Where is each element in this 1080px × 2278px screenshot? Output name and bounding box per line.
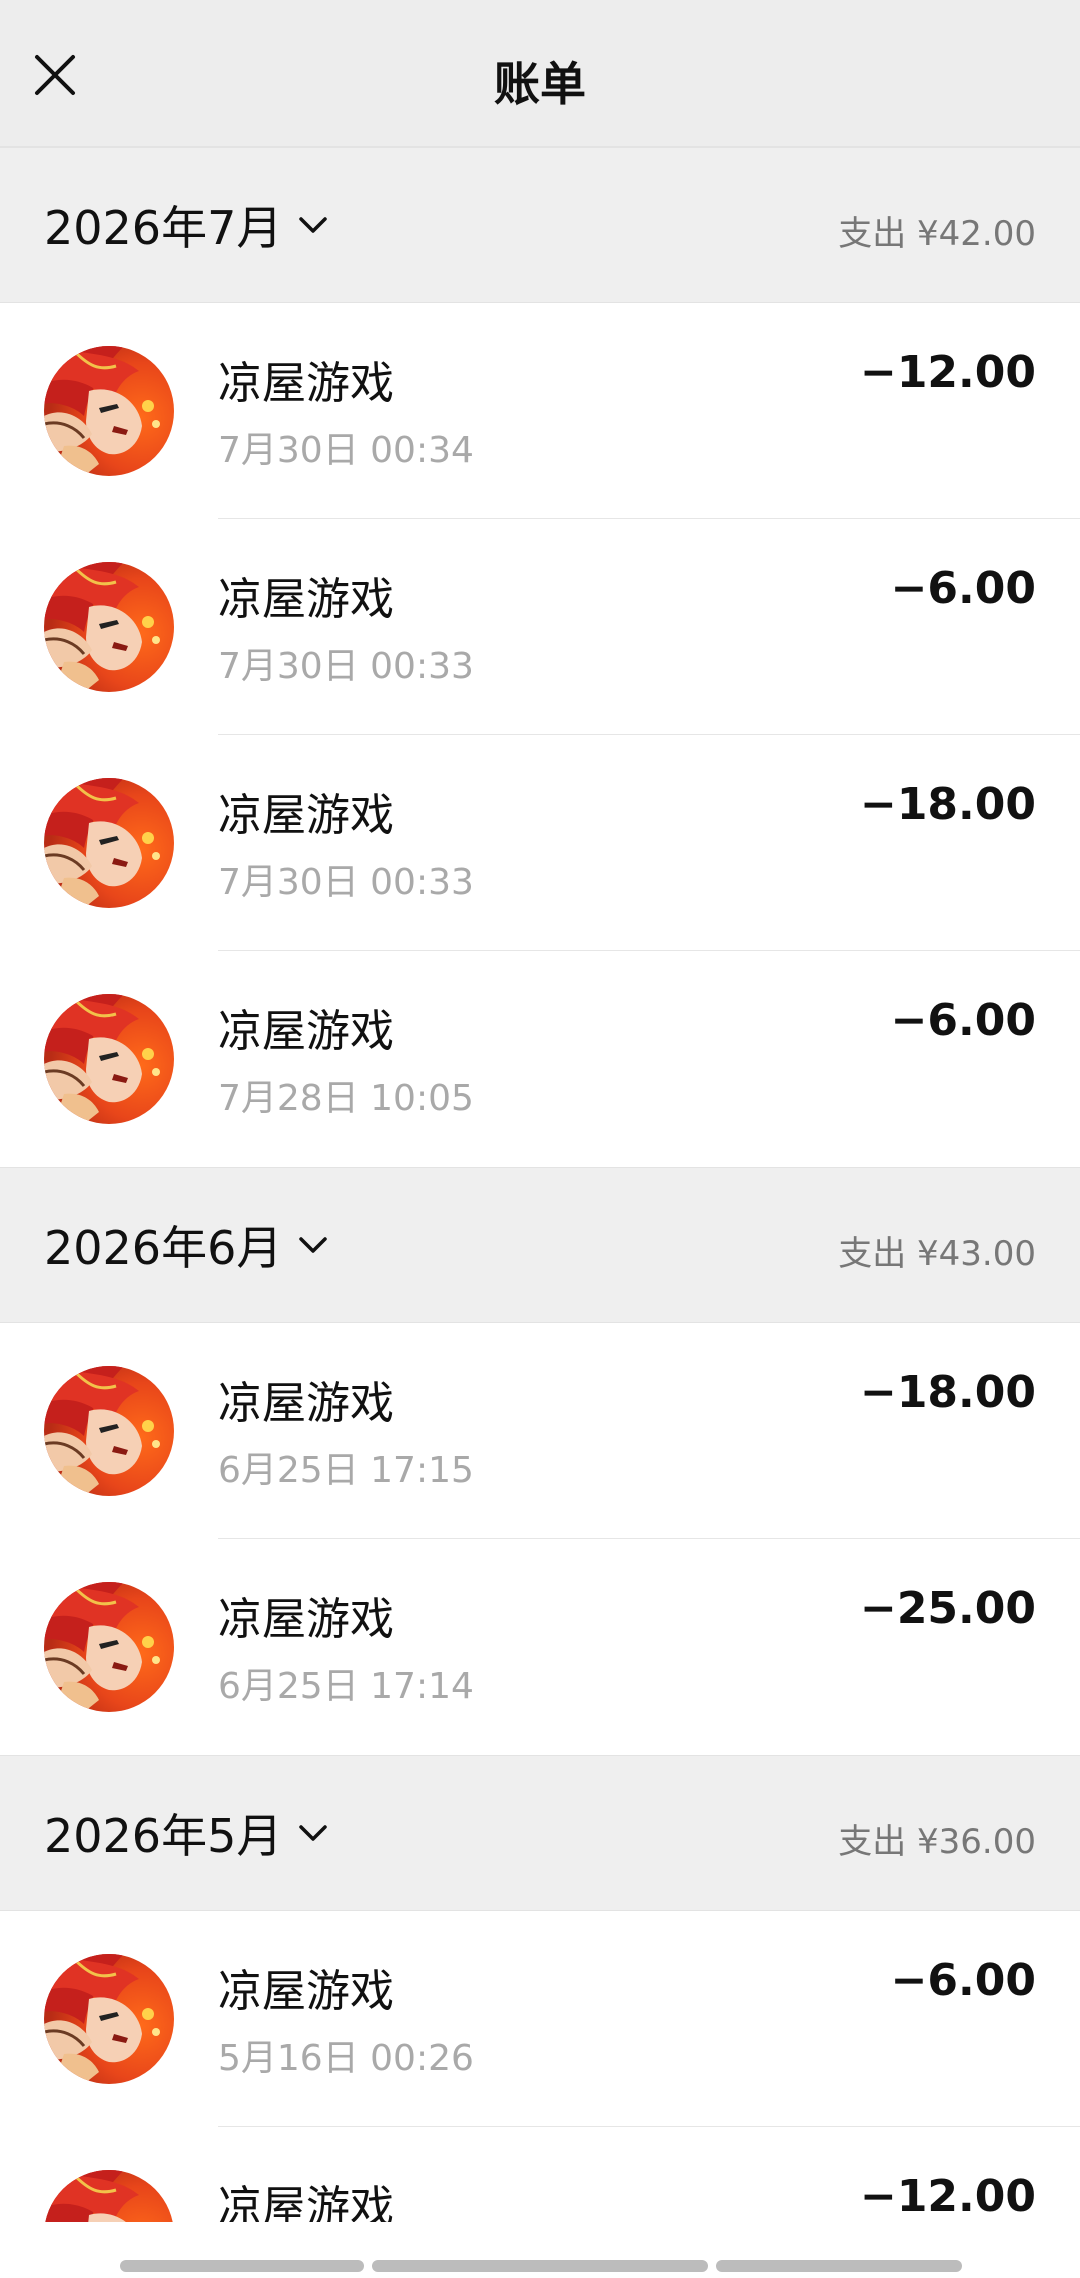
bill-time: 6月25日 17:14 (218, 1666, 474, 1707)
merchant-avatar (44, 994, 174, 1124)
month-total: 支出 ¥42.00 (838, 214, 1036, 254)
month-header-july: 2026年7月 支出 ¥42.00 (0, 147, 1080, 303)
bill-row[interactable]: 凉屋游戏 7月30日 00:33 −18.00 (0, 735, 1080, 951)
month-label: 2026年7月 (44, 201, 283, 255)
merchant-name: 凉屋游戏 (218, 1006, 394, 1057)
merchant-avatar (44, 1954, 174, 2084)
month-label: 2026年6月 (44, 1221, 283, 1275)
game-avatar-art (44, 778, 174, 908)
month-header-june: 2026年6月 支出 ¥43.00 (0, 1167, 1080, 1323)
month-picker-toggle[interactable]: 2026年5月 (44, 1798, 328, 1868)
merchant-name: 凉屋游戏 (218, 790, 394, 841)
bill-amount: −12.00 (859, 347, 1036, 398)
month-header-may: 2026年5月 支出 ¥36.00 (0, 1755, 1080, 1911)
bill-row[interactable]: 凉屋游戏 6月25日 17:15 −18.00 (0, 1323, 1080, 1539)
bill-row[interactable]: 凉屋游戏 −12.00 (0, 2127, 1080, 2222)
bill-amount: −6.00 (890, 1955, 1036, 2006)
bill-amount: −6.00 (890, 563, 1036, 614)
page-title: 账单 (494, 57, 586, 111)
bill-row[interactable]: 凉屋游戏 7月28日 10:05 −6.00 (0, 951, 1080, 1167)
month-picker-toggle[interactable]: 2026年6月 (44, 1210, 328, 1280)
chevron-down-icon (298, 1824, 328, 1842)
bill-amount: −18.00 (859, 779, 1036, 830)
bill-time: 7月30日 00:33 (218, 862, 474, 903)
merchant-name: 凉屋游戏 (218, 1378, 394, 1429)
bill-amount: −12.00 (859, 2171, 1036, 2222)
merchant-avatar (44, 562, 174, 692)
merchant-avatar (44, 346, 174, 476)
merchant-avatar (44, 1582, 174, 1712)
bill-time: 7月30日 00:33 (218, 646, 474, 687)
merchant-name: 凉屋游戏 (218, 1594, 394, 1645)
game-avatar-art (44, 346, 174, 476)
bill-row[interactable]: 凉屋游戏 7月30日 00:34 −12.00 (0, 303, 1080, 519)
bill-amount: −25.00 (859, 1583, 1036, 1634)
month-picker-toggle[interactable]: 2026年7月 (44, 190, 328, 260)
bill-amount: −18.00 (859, 1367, 1036, 1418)
merchant-name: 凉屋游戏 (218, 1966, 394, 2017)
bill-time: 7月30日 00:34 (218, 430, 474, 471)
merchant-name: 凉屋游戏 (218, 574, 394, 625)
title-bar: 账单 (0, 0, 1080, 147)
indicator-segment (716, 2260, 962, 2272)
month-label: 2026年5月 (44, 1809, 283, 1863)
merchant-avatar (44, 778, 174, 908)
month-total: 支出 ¥36.00 (838, 1822, 1036, 1862)
game-avatar-art (44, 1582, 174, 1712)
bill-time: 5月16日 00:26 (218, 2038, 474, 2079)
bill-row[interactable]: 凉屋游戏 7月30日 00:33 −6.00 (0, 519, 1080, 735)
bottom-scroll-indicator (0, 2260, 1080, 2272)
game-avatar-art (44, 2170, 174, 2222)
game-avatar-art (44, 562, 174, 692)
bill-amount: −6.00 (890, 995, 1036, 1046)
merchant-name: 凉屋游戏 (218, 2182, 394, 2222)
merchant-name: 凉屋游戏 (218, 358, 394, 409)
bill-list-screen: 账单 2026年7月 支出 ¥42.00 凉屋游戏 7月30日 00:34 −1… (0, 0, 1080, 2278)
indicator-segment (120, 2260, 364, 2272)
game-avatar-art (44, 994, 174, 1124)
bill-row[interactable]: 凉屋游戏 5月16日 00:26 −6.00 (0, 1911, 1080, 2127)
indicator-segment (372, 2260, 708, 2272)
bill-row[interactable]: 凉屋游戏 6月25日 17:14 −25.00 (0, 1539, 1080, 1755)
merchant-avatar (44, 2170, 174, 2222)
chevron-down-icon (298, 216, 328, 234)
game-avatar-art (44, 1954, 174, 2084)
bill-time: 6月25日 17:15 (218, 1450, 474, 1491)
game-avatar-art (44, 1366, 174, 1496)
bill-time: 7月28日 10:05 (218, 1078, 474, 1119)
month-total: 支出 ¥43.00 (838, 1234, 1036, 1274)
merchant-avatar (44, 1366, 174, 1496)
chevron-down-icon (298, 1236, 328, 1254)
